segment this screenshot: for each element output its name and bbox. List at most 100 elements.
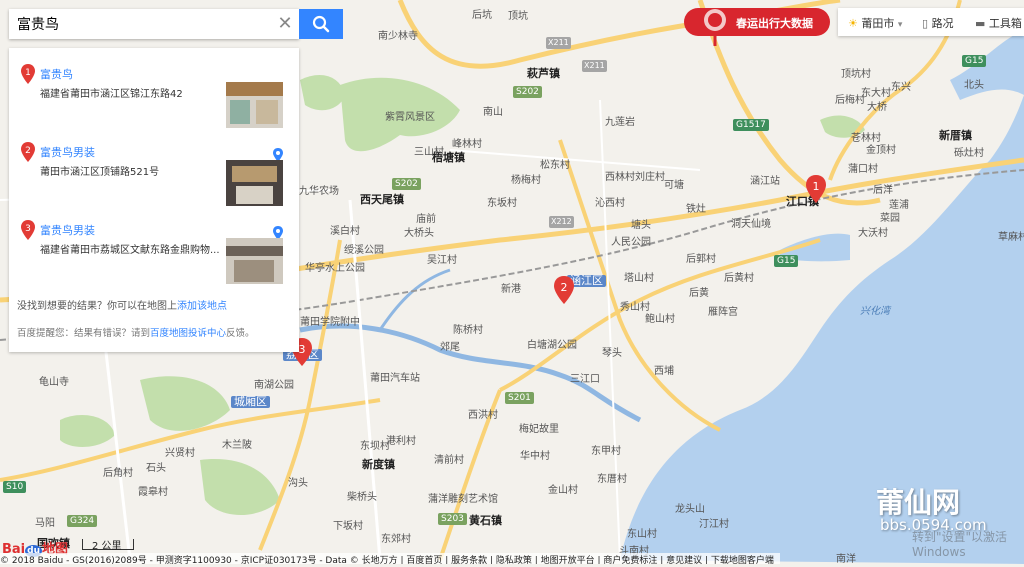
not-found-hint: 没找到想要的结果？你可以在地图上添加该地点: [17, 297, 227, 312]
map-label-place: 南山: [483, 107, 503, 118]
map-label-place: 东厝村: [597, 474, 627, 485]
map-label-place: 顶坑村: [841, 69, 871, 80]
map-label-place: 九莲岩: [605, 117, 635, 128]
map-label-district: 城厢区: [231, 396, 270, 408]
map-label-place: 庙前: [416, 214, 436, 225]
result-address: 福建省莆田市涵江区锦江东路42: [40, 89, 183, 100]
copyright-bar: © 2018 Baidu - GS(2016)2089号 - 甲测资字11009…: [0, 553, 780, 564]
map-label-place: 莆田学院附中: [300, 317, 360, 328]
map-label-place: 砾灶村: [954, 148, 984, 159]
windows-activation-notice: 转到"设置"以激活 Windows: [912, 530, 1008, 559]
map-label-road: S10: [3, 481, 27, 493]
map-label-road: X212: [549, 216, 574, 228]
traffic-button[interactable]: ▯ 路况: [922, 15, 954, 31]
result-address: 莆田市涵江区顶铺路521号: [40, 167, 160, 178]
map-label-place: 琴头: [602, 348, 622, 359]
result-photo[interactable]: [226, 160, 283, 206]
map-label-place: 松东村: [540, 160, 570, 171]
map-label-place: 南少林寺: [378, 31, 418, 42]
map-label-town: 新厝镇: [939, 129, 972, 142]
map-label-road: G324: [67, 515, 98, 527]
map-label-place: 北头: [964, 80, 984, 91]
search-button[interactable]: [299, 9, 343, 39]
map-label-road: S201: [505, 392, 534, 404]
map-marker-label: 1: [813, 180, 820, 193]
map-label-place: 后坑: [472, 10, 492, 21]
map-marker[interactable]: 2: [554, 276, 574, 304]
map-label-place: 东甲村: [591, 446, 621, 457]
complaint-center-link[interactable]: 百度地图投诉中心: [150, 328, 226, 339]
map-label-place: 苍林村: [851, 133, 881, 144]
map-label-place: 华亭水上公园: [305, 263, 365, 274]
spring-travel-banner[interactable]: 春运出行大数据: [684, 8, 830, 46]
result-photo[interactable]: [226, 238, 283, 284]
result-address: 福建省莆田市荔城区文献东路金鼎购物...: [40, 245, 220, 256]
map-toolbar: ☀ 莆田市 ▾ ▯ 路况 ▬ 工具箱: [838, 8, 1024, 36]
map-label-place: 龙头山: [675, 504, 705, 515]
map-label-place: 西埔: [654, 366, 674, 377]
map-label-town: 新度镇: [362, 458, 395, 471]
map-label-place: 顶坑: [508, 11, 528, 22]
map-label-place: 涵江站: [750, 176, 780, 187]
result-marker: 2: [21, 142, 35, 162]
result-item[interactable]: 1 富贵鸟 福建省莆田市涵江区锦江东路42: [9, 48, 299, 128]
traffic-label: 路况: [931, 17, 954, 30]
map-label-place: 吴江村: [427, 255, 457, 266]
map-label-place: 绶溪公园: [344, 245, 384, 256]
map-label-place: 东郊村: [381, 534, 411, 545]
map-label-place: 铁灶: [686, 204, 706, 215]
map-label-place: 刘庄村: [635, 172, 665, 183]
map-label-place: 东兴: [891, 82, 911, 93]
map-label-place: 鲍山村: [645, 314, 675, 325]
map-label-place: 柴桥头: [347, 492, 377, 503]
result-marker: 3: [21, 220, 35, 240]
map-label-place: 紫霄风景区: [385, 112, 435, 123]
result-name[interactable]: 富贵鸟: [40, 66, 73, 82]
map-label-place: 峰林村: [452, 139, 482, 150]
map-label-place: 莲浦: [889, 200, 909, 211]
result-marker: 1: [21, 64, 35, 84]
map-label-road: G15: [962, 55, 987, 67]
toolbox-icon: ▬: [975, 17, 986, 30]
search-input[interactable]: [9, 9, 264, 39]
map-label-place: 金山村: [548, 485, 578, 496]
map-label-place: 大沃村: [858, 228, 888, 239]
map-label-place: 沁西村: [595, 198, 625, 209]
map-label-place: 兴贤村: [165, 448, 195, 459]
map-label-place: 清前村: [434, 455, 464, 466]
map-label-place: 东山村: [627, 529, 657, 540]
map-label-place: 秀山村: [620, 302, 650, 313]
map-label-water: 兴化湾: [860, 306, 890, 317]
map-label-place: 洞天仙境: [731, 219, 771, 230]
search-box: ✕: [9, 9, 299, 39]
watermark-title: 莆仙网: [876, 486, 961, 519]
result-name[interactable]: 富贵鸟男装: [40, 144, 95, 160]
map-label-place: 龟山寺: [39, 377, 69, 388]
result-photo[interactable]: [226, 82, 283, 128]
result-marker-label: 1: [25, 68, 31, 78]
map-label-place: 东坂村: [487, 198, 517, 209]
map-label-road: G1517: [733, 119, 769, 131]
city-selector[interactable]: ☀ 莆田市 ▾: [848, 15, 902, 31]
toolbox-button[interactable]: ▬ 工具箱: [975, 15, 1022, 31]
map-label-place: 郊尾: [440, 342, 460, 353]
map-label-place: 华中村: [520, 451, 550, 462]
map-label-place: 下坂村: [333, 521, 363, 532]
result-name[interactable]: 富贵鸟男装: [40, 222, 95, 238]
map-label-road: S202: [513, 86, 542, 98]
result-item[interactable]: 3 富贵鸟男装 福建省莆田市荔城区文献东路金鼎购物...: [9, 204, 299, 284]
map-label-road: X211: [546, 37, 571, 49]
not-found-text: 没找到想要的结果？你可以在地图上: [17, 301, 177, 312]
map-marker[interactable]: 1: [806, 175, 826, 203]
close-icon[interactable]: ✕: [271, 9, 299, 39]
map-label-place: 后郭村: [686, 254, 716, 265]
result-item[interactable]: 2 富贵鸟男装 莆田市涵江区顶铺路521号: [9, 126, 299, 206]
map-label-place: 沟头: [288, 478, 308, 489]
map-label-place: 后角村: [103, 468, 133, 479]
search-results-panel: 1 富贵鸟 福建省莆田市涵江区锦江东路42 2 富贵鸟男装 莆田市涵江区顶铺路5…: [9, 48, 299, 352]
map-label-place: 后洋: [873, 185, 893, 196]
map-marker-label: 3: [299, 343, 306, 356]
add-place-link[interactable]: 添加该地点: [177, 301, 227, 312]
map-label-town: 黄石镇: [469, 514, 502, 527]
map-label-road: S203: [438, 513, 467, 525]
